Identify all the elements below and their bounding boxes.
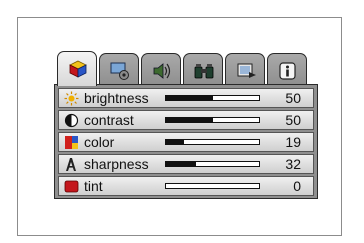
picture-settings-panel: brightness 50 contrast 50 color 19 sharp… xyxy=(54,84,318,199)
color-icon xyxy=(65,136,78,149)
input-icon xyxy=(237,63,256,78)
brightness-label: brightness xyxy=(84,90,149,106)
tint-icon xyxy=(64,180,79,193)
contrast-row[interactable]: contrast 50 xyxy=(58,110,314,130)
brightness-icon xyxy=(64,91,79,106)
zoom-icon xyxy=(194,64,214,79)
tab-picture[interactable] xyxy=(57,51,97,86)
menu-tabs xyxy=(54,51,318,86)
tab-input[interactable] xyxy=(225,53,265,85)
tint-label: tint xyxy=(84,178,103,194)
sharpness-slider[interactable] xyxy=(165,161,260,167)
color-slider[interactable] xyxy=(165,139,260,145)
audio-icon xyxy=(153,63,171,79)
contrast-slider[interactable] xyxy=(165,117,260,123)
info-icon xyxy=(279,62,296,80)
sharpness-row[interactable]: sharpness 32 xyxy=(58,154,314,174)
tab-setup[interactable] xyxy=(99,53,139,85)
color-value: 19 xyxy=(285,134,301,150)
contrast-label: contrast xyxy=(84,112,134,128)
contrast-icon xyxy=(64,113,79,128)
brightness-slider[interactable] xyxy=(165,95,260,101)
tint-value: 0 xyxy=(293,178,301,194)
color-row[interactable]: color 19 xyxy=(58,132,314,152)
tint-row[interactable]: tint 0 xyxy=(58,176,314,196)
setup-icon xyxy=(110,62,129,80)
osd-menu: brightness 50 contrast 50 color 19 sharp… xyxy=(54,51,318,201)
sharpness-label: sharpness xyxy=(84,156,149,172)
tab-audio[interactable] xyxy=(141,53,181,85)
color-label: color xyxy=(84,134,115,150)
tab-zoom[interactable] xyxy=(183,53,223,85)
brightness-row[interactable]: brightness 50 xyxy=(58,88,314,108)
picture-icon xyxy=(69,60,87,78)
contrast-value: 50 xyxy=(285,112,301,128)
tab-info[interactable] xyxy=(267,53,307,85)
brightness-value: 50 xyxy=(285,90,301,106)
sharpness-value: 32 xyxy=(285,156,301,172)
tint-slider[interactable] xyxy=(165,183,260,189)
sharpness-icon xyxy=(66,158,76,171)
